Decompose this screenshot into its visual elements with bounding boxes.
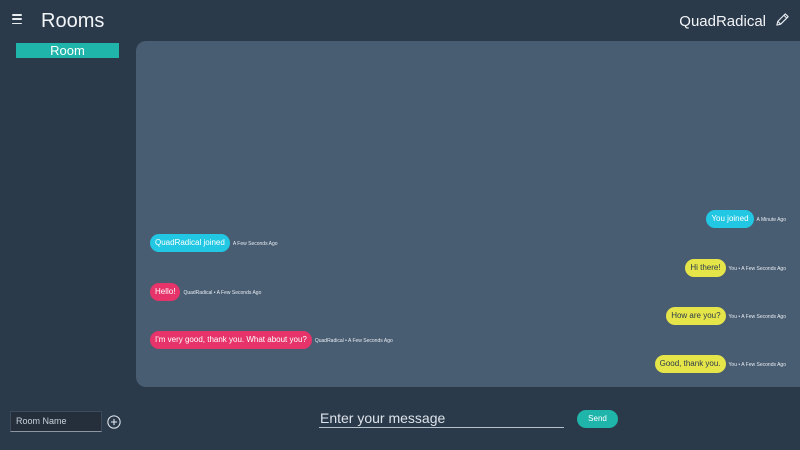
message-row: Hi there! You • A Few Seconds Ago [685, 259, 786, 277]
message-row: Good, thank you. You • A Few Seconds Ago [654, 355, 786, 373]
message-row: How are you? You • A Few Seconds Ago [666, 307, 786, 325]
message-row: Hello! QuadRadical • A Few Seconds Ago [150, 283, 261, 301]
message-meta: QuadRadical • A Few Seconds Ago [183, 290, 262, 296]
message-bubble: I'm very good, thank you. What about you… [150, 331, 312, 349]
menu-icon[interactable] [12, 14, 22, 24]
room-name-input[interactable] [10, 411, 102, 432]
chat-app: Rooms QuadRadical Room You joined A Minu… [0, 0, 800, 450]
message-row: QuadRadical joined A Few Seconds Ago [150, 234, 278, 252]
message-meta: A Minute Ago [756, 217, 786, 223]
message-meta: A Few Seconds Ago [232, 241, 278, 247]
message-meta: You • A Few Seconds Ago [728, 314, 786, 320]
message-bubble: You joined [706, 210, 754, 228]
message-meta: You • A Few Seconds Ago [728, 266, 786, 272]
send-button[interactable]: Send [577, 410, 618, 428]
message-row: You joined A Minute Ago [706, 210, 786, 228]
message-bubble: Good, thank you. [654, 355, 726, 373]
message-meta: QuadRadical • A Few Seconds Ago [314, 338, 393, 344]
add-circle-icon[interactable] [107, 415, 121, 429]
pencil-icon[interactable] [775, 12, 790, 27]
chat-panel: You joined A Minute Ago QuadRadical join… [136, 41, 800, 387]
message-input[interactable] [319, 408, 564, 428]
page-title: Rooms [41, 10, 105, 32]
message-bubble: How are you? [666, 307, 726, 325]
message-bubble: Hi there! [685, 259, 726, 277]
message-bubble: Hello! [150, 283, 181, 301]
message-bubble: QuadRadical joined [150, 234, 230, 252]
sidebar-item-room[interactable]: Room [16, 43, 119, 58]
message-meta: You • A Few Seconds Ago [728, 362, 786, 368]
username-label: QuadRadical [679, 13, 766, 30]
message-row: I'm very good, thank you. What about you… [150, 331, 393, 349]
